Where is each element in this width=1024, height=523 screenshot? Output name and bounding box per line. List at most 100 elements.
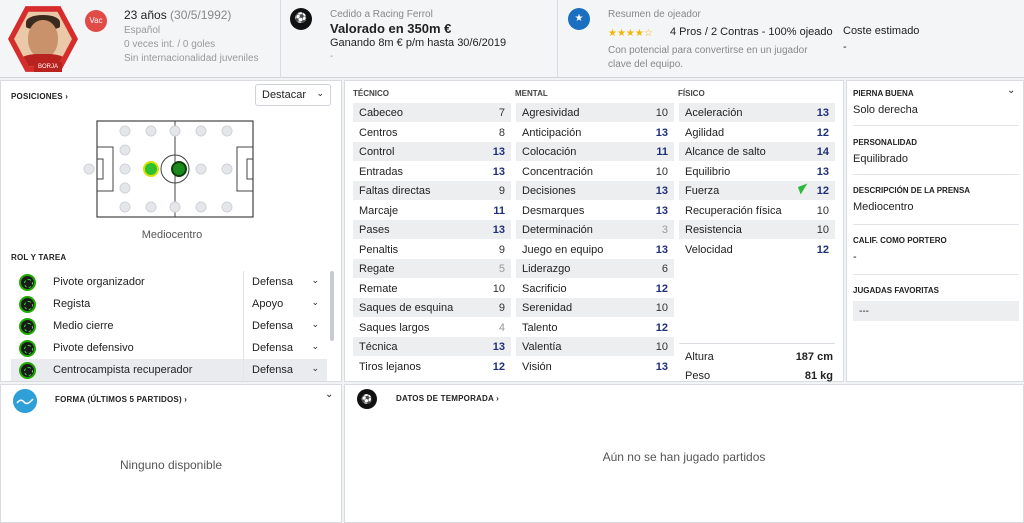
attribute-row[interactable]: Sacrificio 12 — [516, 279, 674, 298]
season-stats-title[interactable]: DATOS DE TEMPORADA › — [396, 394, 499, 403]
chevron-down-icon[interactable]: ⌄ — [325, 389, 333, 400]
attribute-row[interactable]: Decisiones 13 — [516, 181, 674, 200]
attribute-row[interactable]: Velocidad 12 — [679, 240, 835, 259]
attribute-name: Sacrificio — [522, 282, 567, 295]
scout-description: Con potencial para convertirse en un jug… — [608, 45, 808, 70]
roles-scrollbar[interactable] — [330, 271, 334, 341]
preferred-foot-value: Solo derecha — [853, 104, 918, 116]
attribute-value: 10 — [492, 282, 505, 295]
attribute-row[interactable]: Anticipación 13 — [516, 123, 674, 142]
form-chart-icon — [13, 389, 37, 413]
highlight-dropdown-value: Destacar — [262, 89, 307, 101]
info-divider — [853, 224, 1019, 225]
attribute-row[interactable]: Faltas directas 9 — [353, 181, 511, 200]
attribute-row[interactable]: Colocación 11 — [516, 142, 674, 161]
attribute-row[interactable]: Pases 13 — [353, 220, 511, 239]
attribute-row[interactable]: Desmarques 13 — [516, 201, 674, 220]
attribute-row[interactable]: Agresividad 10 — [516, 103, 674, 122]
attribute-value: 4 — [498, 321, 505, 334]
role-row[interactable]: Pivote organizador Defensa ⌄ — [11, 271, 327, 293]
attribute-row[interactable]: Visión 13 — [516, 357, 674, 376]
attribute-row[interactable]: Juego en equipo 13 — [516, 240, 674, 259]
role-row[interactable]: Pivote defensivo Defensa ⌄ — [11, 337, 327, 359]
attribute-row[interactable]: Alcance de salto 14 — [679, 142, 835, 161]
attribute-row[interactable]: Valentía 10 — [516, 337, 674, 356]
scout-label[interactable]: Resumen de ojeador — [608, 9, 701, 20]
highlight-dropdown[interactable]: Destacar ⌄ — [255, 84, 331, 106]
attribute-row[interactable]: Aceleración 13 — [679, 103, 835, 122]
attribute-name: Entradas — [359, 165, 404, 178]
chevron-down-icon: ⌄ — [311, 319, 319, 329]
attribute-row[interactable]: Penaltis 9 — [353, 240, 511, 259]
duty-dropdown[interactable]: Defensa ⌄ — [243, 271, 327, 293]
attribute-value: 7 — [498, 107, 505, 119]
attribute-row[interactable]: Saques largos 4 — [353, 318, 511, 337]
attribute-value: 13 — [492, 224, 505, 236]
duty-dropdown[interactable]: Apoyo ⌄ — [243, 293, 327, 315]
loan-extra: - — [330, 51, 334, 62]
attribute-row[interactable]: Resistencia 10 — [679, 220, 835, 239]
loan-club-link[interactable]: Cedido a Racing Ferrol — [330, 9, 560, 20]
positions-title[interactable]: POSICIONES › — [11, 92, 68, 101]
attribute-name: Juego en equipo — [522, 243, 604, 256]
personality-title: PERSONALIDAD — [853, 138, 918, 147]
attribute-name: Pases — [359, 224, 390, 236]
attribute-name: Visión — [522, 360, 552, 373]
attribute-row[interactable]: Determinación 3 — [516, 220, 674, 239]
attribute-row[interactable]: Serenidad 10 — [516, 298, 674, 317]
personality: PERSONALIDAD Equilibrado — [853, 138, 1019, 165]
cost-label: Coste estimado — [843, 25, 920, 37]
chevron-down-icon: ⌄ — [311, 341, 319, 351]
attribute-row[interactable]: Talento 12 — [516, 318, 674, 337]
avatar-name-label: BORJA — [34, 62, 62, 72]
attribute-row[interactable]: Saques de esquina 9 — [353, 298, 511, 317]
role-row[interactable]: Regista Apoyo ⌄ — [11, 293, 327, 315]
attribute-name: Velocidad — [685, 243, 733, 256]
primary-position-marker — [143, 161, 159, 177]
header-divider — [557, 0, 558, 78]
info-divider — [853, 125, 1019, 126]
attribute-row[interactable]: Regate 5 — [353, 259, 511, 278]
attribute-row[interactable]: Equilibrio 13 — [679, 162, 835, 181]
attribute-value: 12 — [492, 360, 505, 373]
rating-stars: ★★★★☆ — [608, 28, 653, 39]
attribute-row[interactable]: Concentración 10 — [516, 162, 674, 181]
attribute-row[interactable]: Agilidad 12 — [679, 123, 835, 142]
highlight-flag-icon — [797, 183, 811, 195]
attribute-name: Remate — [359, 282, 398, 295]
attribute-row[interactable]: Tiros lejanos 12 — [353, 357, 511, 376]
attribute-row[interactable]: Técnica 13 — [353, 337, 511, 356]
role-row[interactable]: Medio cierre Defensa ⌄ — [11, 315, 327, 337]
star-icon: ★ — [568, 8, 590, 30]
attribute-row[interactable]: Control 13 — [353, 142, 511, 161]
attribute-name: Valentía — [522, 341, 562, 353]
info-divider — [853, 274, 1019, 275]
role-row[interactable]: Centrocampista recuperador Defensa ⌄ — [11, 359, 327, 381]
attribute-row[interactable]: Centros 8 — [353, 123, 511, 142]
role-icon — [19, 318, 36, 335]
chevron-down-icon[interactable]: ⌄ — [1007, 85, 1015, 96]
attribute-name: Anticipación — [522, 126, 582, 139]
attribute-row[interactable]: Recuperación física 10 — [679, 201, 835, 220]
attribute-value: 13 — [655, 243, 668, 256]
attribute-row[interactable]: Cabeceo 7 — [353, 103, 511, 122]
attribute-name: Fuerza — [685, 185, 720, 197]
secondary-position-marker — [171, 161, 187, 177]
attribute-row[interactable]: Marcaje 11 — [353, 201, 511, 220]
attribute-row[interactable]: Fuerza 12 — [679, 181, 835, 200]
attribute-value: 13 — [655, 360, 668, 373]
attribute-row[interactable]: Entradas 13 — [353, 162, 511, 181]
attribute-row[interactable]: Liderazgo 6 — [516, 259, 674, 278]
duty-dropdown[interactable]: Defensa ⌄ — [243, 359, 327, 381]
duty-dropdown[interactable]: Defensa ⌄ — [243, 315, 327, 337]
form-title[interactable]: FORMA (ÚLTIMOS 5 PARTIDOS) › — [55, 395, 187, 404]
season-empty-message: Aún no se han jugado partidos — [602, 450, 766, 464]
attribute-name: Cabeceo — [359, 107, 404, 119]
avatar[interactable]: BORJA — [8, 4, 78, 74]
club-crest-icon[interactable]: ⚽ — [290, 8, 312, 30]
attribute-value: 13 — [816, 165, 829, 178]
attribute-row[interactable]: Remate 10 — [353, 279, 511, 298]
attribute-name: Concentración — [522, 165, 593, 178]
duty-dropdown[interactable]: Defensa ⌄ — [243, 337, 327, 359]
attribute-value: 12 — [816, 126, 829, 139]
